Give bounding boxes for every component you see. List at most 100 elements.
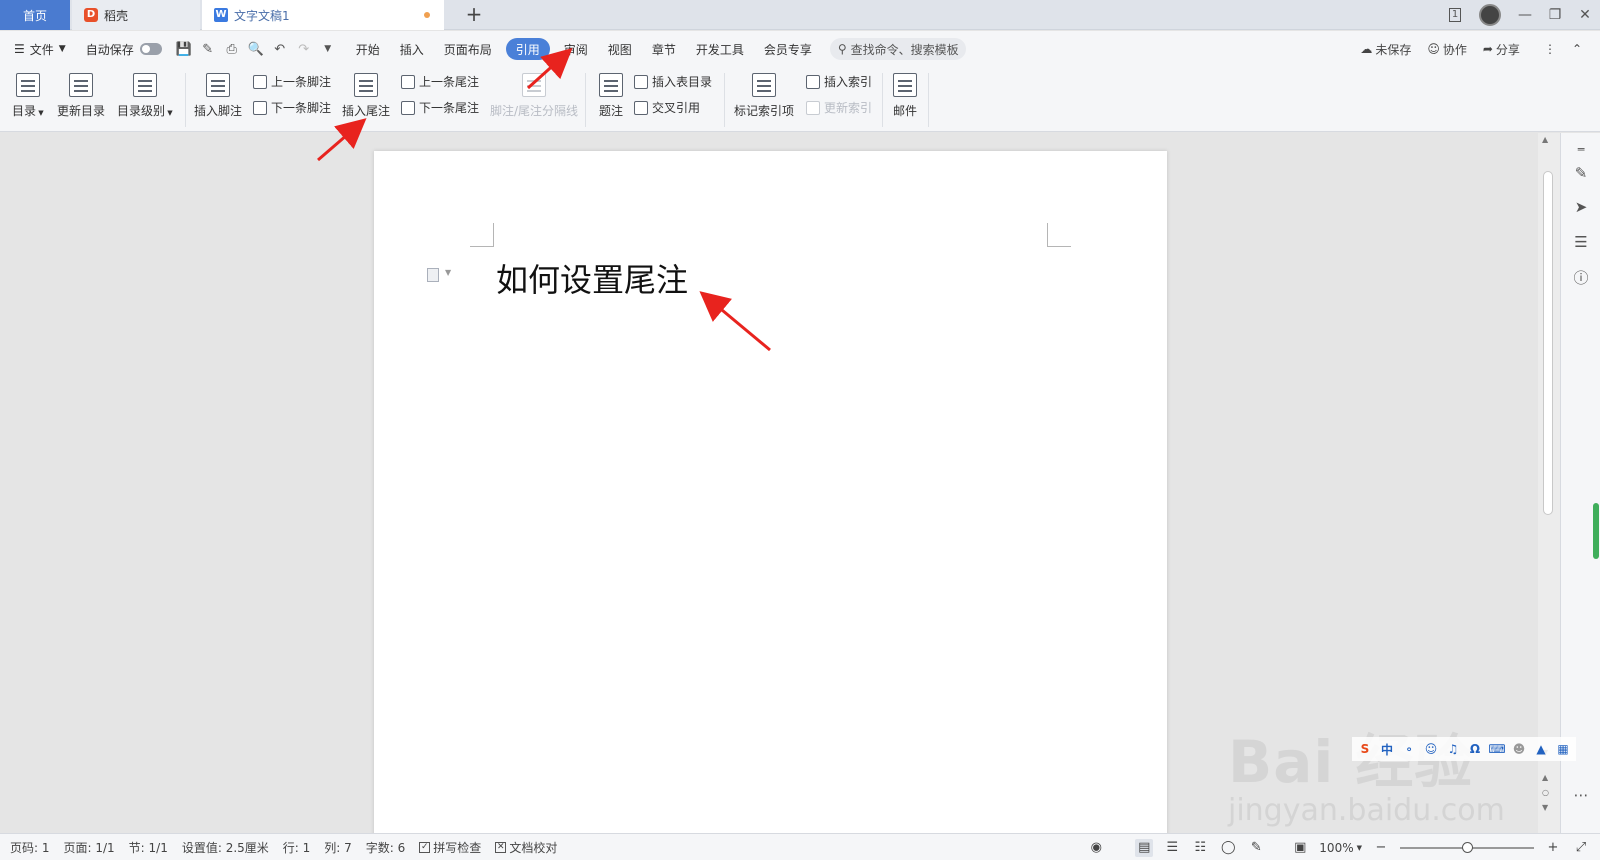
collapse-ribbon-icon[interactable]: ⌃ <box>1566 42 1588 56</box>
more-options-icon[interactable]: ⋯ <box>1571 785 1591 805</box>
undo-icon[interactable]: ↶ <box>268 31 292 67</box>
menu-developer[interactable]: 开发工具 <box>686 31 754 67</box>
save-icon[interactable]: 💾 <box>172 31 196 67</box>
cross-reference-button[interactable]: 交叉引用 <box>634 99 700 116</box>
more-icon[interactable]: ⋮ <box>1538 42 1562 56</box>
mail-button[interactable]: 邮件 <box>893 73 917 119</box>
toc-level-button[interactable]: 目录级别 ▼ <box>117 73 173 119</box>
tab-document[interactable]: W 文字文稿1 <box>202 0 444 30</box>
page-view-icon[interactable]: ▤ <box>1135 838 1154 857</box>
select-pointer-icon[interactable]: ➤ <box>1571 197 1591 217</box>
zoom-out-icon[interactable]: − <box>1372 839 1390 857</box>
footnote-separator-button[interactable]: 脚注/尾注分隔线 <box>490 73 578 119</box>
status-page-number[interactable]: 页码: 1 <box>0 839 57 856</box>
status-col[interactable]: 列: 7 <box>317 839 359 856</box>
next-page-icon[interactable]: ▼ <box>1542 803 1548 812</box>
prev-endnote-button[interactable]: 上一条尾注 <box>401 73 479 90</box>
document-page[interactable]: ▼ 如何设置尾注 <box>374 151 1167 841</box>
tab-home[interactable]: 首页 <box>0 0 70 30</box>
menu-references[interactable]: 引用 <box>505 38 550 60</box>
vertical-scrollbar[interactable]: ▲ ▼ ▲ ○ ▼ <box>1538 133 1560 833</box>
chevron-down-icon: ▼ <box>445 268 452 277</box>
restore-icon[interactable]: ❐ <box>1540 0 1570 30</box>
paragraph-handle-icon[interactable] <box>427 268 439 282</box>
ime-logo-icon[interactable]: S <box>1356 740 1374 758</box>
zoom-slider[interactable] <box>1400 841 1534 853</box>
status-word-count[interactable]: 字数: 6 <box>359 839 413 856</box>
redo-icon[interactable]: ↷ <box>292 31 316 67</box>
zoom-level-dropdown[interactable]: 100% ▼ <box>1319 841 1362 855</box>
menu-view[interactable]: 视图 <box>598 31 642 67</box>
ime-voice-icon[interactable]: ♫ <box>1444 740 1462 758</box>
avatar-button[interactable] <box>1470 0 1510 30</box>
status-position[interactable]: 设置值: 2.5厘米 <box>175 839 276 856</box>
mark-index-button[interactable]: 标记索引项 <box>734 73 794 119</box>
reading-view-icon[interactable]: ☷ <box>1191 839 1209 857</box>
next-endnote-button[interactable]: 下一条尾注 <box>401 99 479 116</box>
collab-button[interactable]: ☺ 协作 <box>1421 41 1473 58</box>
web-view-icon[interactable]: ◯ <box>1219 839 1237 857</box>
outline-view-icon[interactable]: ☰ <box>1163 839 1181 857</box>
zoom-slider-knob[interactable] <box>1462 841 1473 853</box>
edit-pen-icon[interactable]: ✎ <box>1571 163 1591 183</box>
next-footnote-button[interactable]: 下一条脚注 <box>253 99 331 116</box>
insert-index-button[interactable]: 插入索引 <box>806 73 872 90</box>
fullscreen-icon[interactable]: ⤢ <box>1572 839 1590 857</box>
spellcheck-button[interactable]: ✓ 拼写检查 <box>412 839 488 856</box>
prev-page-icon[interactable]: ▲ <box>1542 773 1548 782</box>
next-footnote-icon <box>253 100 267 115</box>
select-browse-icon[interactable]: ○ <box>1542 788 1549 797</box>
new-tab-button[interactable]: + <box>462 3 486 27</box>
ime-language[interactable]: 中 <box>1378 740 1396 758</box>
status-section[interactable]: 节: 1/1 <box>122 839 175 856</box>
print-preview-icon[interactable]: 🔍 <box>244 31 268 67</box>
toc-button[interactable]: 目录 ▼ <box>12 73 44 119</box>
menu-page-layout[interactable]: 页面布局 <box>434 31 502 67</box>
settings-sliders-icon[interactable]: ☰ <box>1571 232 1591 252</box>
status-pages[interactable]: 页面: 1/1 <box>57 839 122 856</box>
format-painter-icon[interactable]: ✎ <box>196 31 220 67</box>
menu-insert[interactable]: 插入 <box>390 31 434 67</box>
file-menu[interactable]: ☰ 文件 ▼ <box>0 31 76 67</box>
ime-skin-icon[interactable]: ▲ <box>1532 740 1550 758</box>
zoom-in-icon[interactable]: + <box>1544 839 1562 857</box>
update-toc-button[interactable]: 更新目录 <box>57 73 105 119</box>
scrollbar-thumb[interactable] <box>1543 171 1553 515</box>
ime-emoji-icon[interactable]: ☺ <box>1422 740 1440 758</box>
prev-footnote-button[interactable]: 上一条脚注 <box>253 73 331 90</box>
write-mode-icon[interactable]: ✎ <box>1247 839 1265 857</box>
user-icon: ☺ <box>1427 42 1440 56</box>
status-row[interactable]: 行: 1 <box>276 839 318 856</box>
panel-collapse-icon[interactable]: ═ <box>1571 139 1591 159</box>
ime-keyboard-icon[interactable]: ⌨ <box>1488 740 1506 758</box>
caption-button[interactable]: 题注 <box>599 73 623 119</box>
scroll-up-icon[interactable]: ▲ <box>1542 135 1548 144</box>
ime-symbol-icon[interactable]: Ω <box>1466 740 1484 758</box>
eye-protection-icon[interactable]: ◉ <box>1087 839 1105 857</box>
proofread-button[interactable]: ✕ 文档校对 <box>488 839 564 856</box>
ime-grid-icon[interactable]: ▦ <box>1554 740 1572 758</box>
menu-start[interactable]: 开始 <box>346 31 390 67</box>
unsaved-button[interactable]: ☁ 未保存 <box>1354 41 1417 58</box>
close-icon[interactable]: ✕ <box>1570 0 1600 30</box>
menu-review[interactable]: 审阅 <box>554 31 598 67</box>
insert-table-of-figures-button[interactable]: 插入表目录 <box>634 73 712 90</box>
update-index-button[interactable]: 更新索引 <box>806 99 872 116</box>
help-icon[interactable]: ⓘ <box>1571 267 1591 287</box>
menu-member[interactable]: 会员专享 <box>754 31 822 67</box>
menu-chapter[interactable]: 章节 <box>642 31 686 67</box>
share-button[interactable]: ➦ 分享 <box>1477 41 1526 58</box>
print-icon[interactable]: ⎙ <box>220 31 244 67</box>
customize-quick-access-icon[interactable]: ▼ <box>316 31 340 67</box>
insert-endnote-button[interactable]: 插入尾注 <box>342 73 390 119</box>
document-text[interactable]: 如何设置尾注 <box>496 255 688 301</box>
window-count-button[interactable]: 1 <box>1440 0 1470 30</box>
insert-footnote-button[interactable]: 插入脚注 <box>194 73 242 119</box>
tab-daoke[interactable]: D 稻壳 <box>72 0 200 30</box>
minimize-icon[interactable]: — <box>1510 0 1540 30</box>
ime-user-icon[interactable]: ☻ <box>1510 740 1528 758</box>
command-search-input[interactable]: ⚲ 查找命令、搜索模板 <box>829 38 966 60</box>
fit-page-icon[interactable]: ▣ <box>1291 839 1309 857</box>
autosave-toggle[interactable]: 自动保存 <box>76 31 172 67</box>
ime-punctuation-icon[interactable]: ∘ <box>1400 740 1418 758</box>
